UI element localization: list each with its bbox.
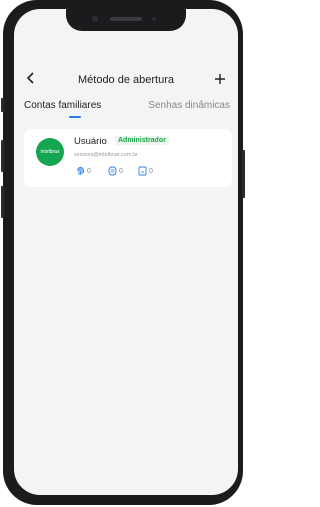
card-icon (138, 166, 147, 176)
user-card[interactable]: intelbras Usuário Administrador xxxxxxx@… (24, 129, 232, 187)
speaker-grille (110, 17, 142, 21)
volume-up-button (1, 140, 4, 172)
mute-switch (1, 98, 4, 112)
avatar: intelbras (36, 138, 64, 166)
active-tab-indicator (69, 116, 81, 118)
fingerprint-stat: 0 (76, 166, 91, 176)
user-email: xxxxxxx@intelbras.com.br (74, 152, 138, 158)
nav-header: Método de abertura (14, 69, 238, 91)
card-stat: 0 (138, 166, 153, 176)
tab-contas-familiares[interactable]: Contas familiares (24, 97, 101, 115)
volume-down-button (1, 186, 4, 218)
notch (66, 9, 186, 31)
tab-senhas-dinamicas[interactable]: Senhas dinâmicas (148, 97, 230, 115)
page-title: Método de abertura (77, 74, 174, 86)
face-count: 0 (119, 167, 123, 175)
fingerprint-count: 0 (87, 167, 91, 175)
screen: Método de abertura Contas familiares Sen… (14, 9, 238, 495)
power-button (242, 150, 245, 198)
fingerprint-icon (77, 167, 84, 175)
phone-frame: Método de abertura Contas familiares Sen… (1, 0, 245, 505)
face-stat: 0 (108, 166, 123, 176)
face-icon (108, 166, 117, 176)
tab-bar: Contas familiares Senhas dinâmicas (14, 97, 238, 121)
camera-icon (92, 16, 98, 22)
card-count: 0 (149, 167, 153, 175)
sensor-icon (152, 17, 156, 21)
plus-icon[interactable] (214, 68, 226, 92)
user-name: Usuário (74, 136, 107, 147)
role-badge: Administrador (115, 136, 169, 145)
